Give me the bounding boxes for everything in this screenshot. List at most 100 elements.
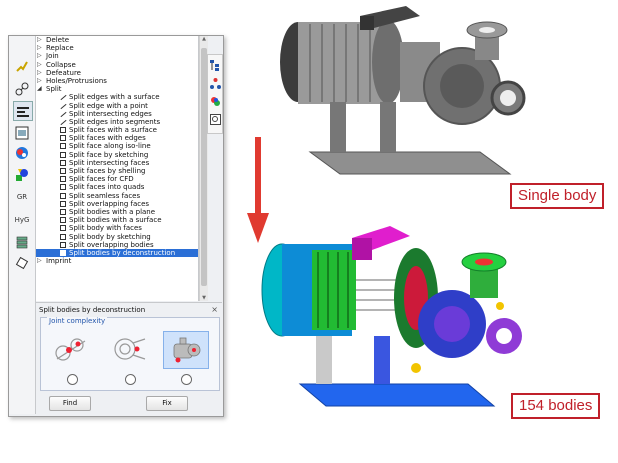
tree-category-item[interactable]: ◢ Split [36, 85, 198, 93]
tree-operation-item[interactable]: Split overlapping faces [36, 200, 198, 208]
tree-item-label: Split body with faces [69, 224, 142, 233]
tree-operation-item[interactable]: Split body by sketching [36, 233, 198, 241]
close-icon[interactable]: × [211, 305, 218, 314]
stack-icon[interactable] [13, 233, 31, 251]
tree-item-label: Split face by sketching [69, 150, 149, 159]
split-body-icon [60, 249, 66, 256]
tree-operation-item[interactable]: Split faces with edges [36, 134, 198, 142]
tree-item-label: Imprint [46, 257, 72, 266]
tree-item-label: Split edge with a point [69, 101, 148, 110]
dial-low-icon [67, 374, 78, 385]
tree-operation-item[interactable]: Split bodies by deconstruction [36, 248, 198, 258]
gr-icon[interactable]: GR [13, 188, 31, 206]
tree-operation-item[interactable]: Split faces into quads [36, 183, 198, 191]
panel-icon[interactable] [13, 124, 31, 142]
expanded-arrow-icon[interactable]: ◢ [37, 85, 42, 93]
tree-item-label: Collapse [46, 60, 76, 69]
tree-operation-item[interactable]: Split intersecting faces [36, 159, 198, 167]
complexity-high-option[interactable] [163, 331, 209, 369]
collapsed-arrow-icon[interactable]: ▷ [37, 257, 42, 265]
tree-operation-item[interactable]: Split faces with a surface [36, 126, 198, 134]
tree-category-item[interactable]: ▷ Collapse [36, 61, 198, 69]
dial-mid-icon [125, 374, 136, 385]
single-body-label: Single body [510, 183, 605, 209]
tree-item-label: Split body by sketching [69, 232, 151, 241]
tree-view-icon[interactable] [209, 59, 221, 71]
split-face-icon [60, 135, 66, 142]
hierarchy-icon[interactable] [209, 77, 221, 89]
joint-complexity-group: Joint complexity [40, 317, 220, 391]
tree-operation-item[interactable]: Split face along iso-line [36, 142, 198, 150]
hyg-icon[interactable]: HyG [13, 211, 31, 229]
split-face-icon [60, 176, 66, 183]
tree-category-item[interactable]: ▷ Delete [36, 36, 198, 44]
tree-category-item[interactable]: ▷ Defeature [36, 69, 198, 77]
zoom-icon[interactable] [209, 113, 221, 125]
scroll-down-icon[interactable]: ▼ [200, 295, 208, 301]
split-tool-panel: GR HyG ▷ Delete ▷ Replace ▷ Join ▷ Collapse ▷ Def… [8, 35, 224, 417]
tree-category-item[interactable]: ▷ Imprint [36, 257, 198, 265]
tree-operation-item[interactable]: Split intersecting edges [36, 110, 198, 118]
rotate-icon[interactable] [13, 254, 31, 272]
tree-operation-item[interactable]: Split bodies with a plane [36, 208, 198, 216]
split-face-icon [60, 127, 66, 134]
find-button[interactable]: Find [49, 396, 91, 411]
tree-item-label: Holes/Protrusions [46, 76, 107, 85]
color-sphere-icon[interactable] [13, 144, 31, 162]
split-body-icon [60, 217, 66, 224]
collapsed-arrow-icon[interactable]: ▷ [37, 61, 42, 69]
right-toolbar [207, 54, 223, 134]
tree-item-label: Split edges with a surface [69, 93, 160, 102]
tree-item-label: Split faces with edges [69, 134, 146, 143]
color-balls-icon[interactable] [209, 95, 221, 107]
complexity-mid-option[interactable] [107, 331, 151, 367]
tree-item-label: Join [46, 52, 59, 61]
tree-item-label: Split bodies with a surface [69, 216, 162, 225]
tree-operation-item[interactable]: Split faces for CFD [36, 175, 198, 183]
tree-category-item[interactable]: ▷ Join [36, 52, 198, 60]
tree-operation-item[interactable]: Split body with faces [36, 224, 198, 232]
split-edge-icon [60, 94, 66, 100]
group-title: Joint complexity [47, 317, 108, 325]
pump-154-bodies-image [261, 226, 522, 407]
bodies-count-label: 154 bodies [511, 393, 601, 419]
collapsed-arrow-icon[interactable]: ▷ [37, 44, 42, 52]
tree-operation-item[interactable]: Split edges with a surface [36, 93, 198, 101]
deconstruction-panel: Split bodies by deconstruction × Joint c… [36, 302, 222, 415]
collapsed-arrow-icon[interactable]: ▷ [37, 36, 42, 44]
colored-shapes-icon[interactable] [13, 166, 31, 184]
tree-category-item[interactable]: ▷ Replace [36, 44, 198, 52]
collapsed-arrow-icon[interactable]: ▷ [37, 77, 42, 85]
check-wand-icon[interactable] [13, 58, 31, 76]
scroll-up-icon[interactable]: ▲ [200, 36, 208, 42]
tree-operation-item[interactable]: Split edge with a point [36, 102, 198, 110]
tree-item-label: Split intersecting edges [69, 109, 152, 118]
tree-operation-item[interactable]: Split edges into segments [36, 118, 198, 126]
tree-operation-item[interactable]: Split overlapping bodies [36, 241, 198, 249]
split-body-icon [60, 241, 66, 248]
collapsed-arrow-icon[interactable]: ▷ [37, 52, 42, 60]
tree-item-label: Split bodies by deconstruction [69, 248, 176, 257]
tree-operation-item[interactable]: Split faces by shelling [36, 167, 198, 175]
tree-item-label: Split faces with a surface [69, 126, 157, 135]
split-edge-icon [60, 111, 66, 117]
tree-item-label: Split bodies with a plane [69, 207, 156, 216]
tree-item-label: Split edges into segments [69, 117, 161, 126]
tree-item-label: Split overlapping faces [69, 199, 150, 208]
tree-item-label: Split [46, 85, 62, 94]
split-body-icon [60, 225, 66, 232]
tree-operation-item[interactable]: Split seamless faces [36, 192, 198, 200]
tree-item-label: Split overlapping bodies [69, 240, 154, 249]
tree-operation-item[interactable]: Split face by sketching [36, 151, 198, 159]
tree-category-item[interactable]: ▷ Holes/Protrusions [36, 77, 198, 85]
collapsed-arrow-icon[interactable]: ▷ [37, 69, 42, 77]
tree-operation-item[interactable]: Split bodies with a surface [36, 216, 198, 224]
split-face-icon [60, 159, 66, 166]
nodes-icon[interactable] [13, 80, 31, 98]
tree-item-label: Split faces by shelling [69, 167, 146, 175]
split-tool-icon[interactable] [13, 101, 33, 121]
complexity-low-option[interactable] [49, 331, 93, 367]
dial-high-icon [181, 374, 192, 385]
fix-button[interactable]: Fix [146, 396, 188, 411]
split-face-icon [60, 151, 66, 158]
